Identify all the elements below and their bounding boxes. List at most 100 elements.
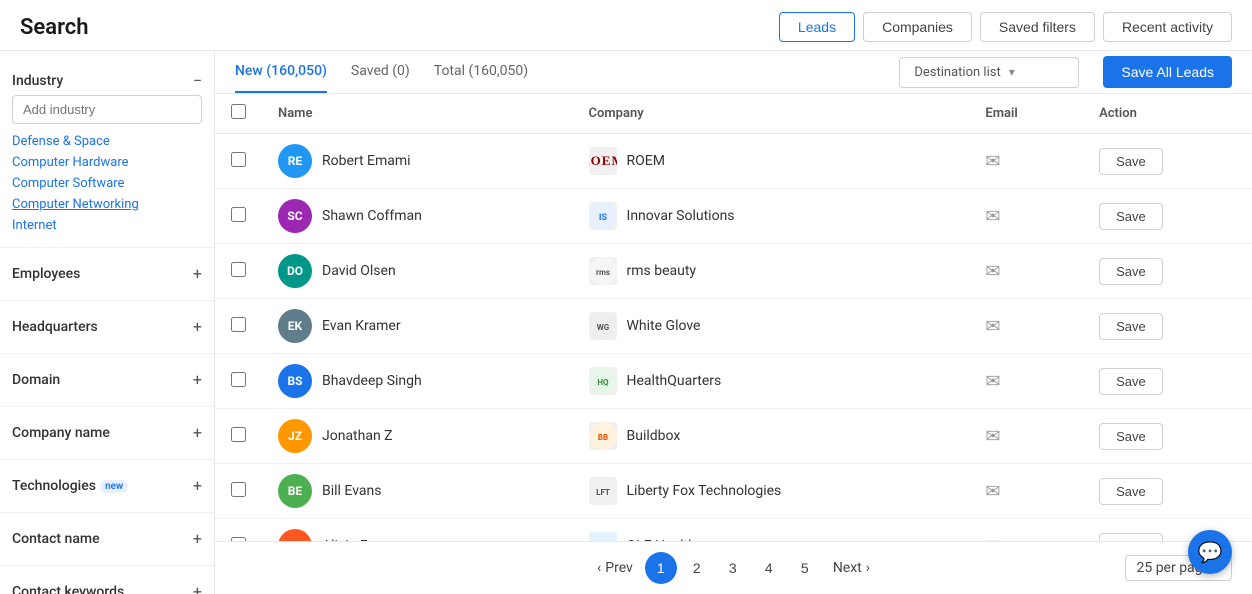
companies-tab-button[interactable]: Companies [863,12,972,42]
save-lead-button[interactable]: Save [1099,478,1163,505]
row-checkbox-cell [215,189,262,244]
page-1-button[interactable]: 1 [645,552,677,584]
save-lead-button[interactable]: Save [1099,368,1163,395]
filter-section-contact-keywords: Contact keywords + [0,570,214,594]
company-logo: BB [589,422,617,450]
prev-label: Prev [605,560,633,576]
industry-item-software[interactable]: Computer Software [12,174,202,193]
row-checkbox-bhavdeep-singh[interactable] [231,372,246,387]
chat-button[interactable]: 💬 [1188,530,1232,574]
lead-name: Jonathan Z [322,428,393,444]
filter-label-domain: Domain [12,372,60,388]
action-cell: Save [1083,244,1252,299]
row-checkbox-cell [215,299,262,354]
name-cell: DO David Olsen [262,244,573,299]
company-logo: OLE [589,532,617,541]
filter-label-company-name: Company name [12,425,110,441]
filter-header-domain[interactable]: Domain + [12,366,202,394]
save-lead-button[interactable]: Save [1099,203,1163,230]
table-row: DO David Olsen rms rms beauty ✉ Save [215,244,1252,299]
save-lead-button[interactable]: Save [1099,533,1163,542]
name-cell: BE Bill Evans [262,464,573,519]
name-cell: BS Bhavdeep Singh [262,354,573,409]
page-5-button[interactable]: 5 [789,552,821,584]
row-checkbox-robert-emami[interactable] [231,152,246,167]
industry-search-input[interactable] [12,95,202,124]
company-cell: OLE OLE Health [573,519,970,542]
email-icon: ✉ [985,371,1000,392]
name-cell: AF Alicia Ferguson [262,519,573,542]
lead-name: Bhavdeep Singh [322,373,422,389]
chevron-left-icon: ‹ [597,560,601,576]
email-cell: ✉ [969,354,1083,409]
filter-header-company-name[interactable]: Company name + [12,419,202,447]
table-row: JZ Jonathan Z BB Buildbox ✉ Save [215,409,1252,464]
prev-button[interactable]: ‹ Prev [589,560,641,576]
table-row: RE Robert Emami ROEM ROEM ✉ Save [215,134,1252,189]
leads-tab-button[interactable]: Leads [779,12,855,42]
header-buttons: Leads Companies Saved filters Recent act… [779,12,1232,42]
page-4-button[interactable]: 4 [753,552,785,584]
next-button[interactable]: Next › [825,560,878,576]
filter-label-industry: Industry [12,73,63,89]
action-column-header: Action [1083,94,1252,134]
row-checkbox-jonathan-z[interactable] [231,427,246,442]
filter-header-contact-keywords[interactable]: Contact keywords + [12,578,202,594]
industry-item-hardware[interactable]: Computer Hardware [12,153,202,172]
recent-activity-button[interactable]: Recent activity [1103,12,1232,42]
plus-icon-headquarters: + [193,319,202,335]
action-cell: Save [1083,299,1252,354]
email-cell: ✉ [969,519,1083,542]
save-lead-button[interactable]: Save [1099,313,1163,340]
filter-header-industry[interactable]: Industry − [12,67,202,95]
minus-icon: − [193,73,202,89]
filter-header-technologies[interactable]: Technologiesnew + [12,472,202,500]
filter-header-employees[interactable]: Employees + [12,260,202,288]
row-checkbox-cell [215,244,262,299]
company-name: White Glove [627,318,701,334]
email-cell: ✉ [969,134,1083,189]
select-all-header [215,94,262,134]
email-cell: ✉ [969,244,1083,299]
save-lead-button[interactable]: Save [1099,423,1163,450]
email-cell: ✉ [969,299,1083,354]
tab-saved[interactable]: Saved (0) [351,51,410,93]
avatar: SC [278,199,312,233]
save-lead-button[interactable]: Save [1099,148,1163,175]
app-container: Search Leads Companies Saved filters Rec… [0,0,1252,594]
email-icon: ✉ [985,316,1000,337]
filter-section-headquarters: Headquarters + [0,305,214,349]
row-checkbox-shawn-coffman[interactable] [231,207,246,222]
lead-name: Robert Emami [322,153,411,169]
lead-name: Shawn Coffman [322,208,422,224]
name-cell: JZ Jonathan Z [262,409,573,464]
tab-total[interactable]: Total (160,050) [434,51,528,93]
row-checkbox-cell [215,354,262,409]
row-checkbox-bill-evans[interactable] [231,482,246,497]
main-layout: Industry − Defense & Space Computer Hard… [0,51,1252,594]
new-badge: new [100,480,128,493]
filter-header-contact-name[interactable]: Contact name + [12,525,202,553]
name-column-header: Name [262,94,573,134]
select-all-checkbox[interactable] [231,104,246,119]
svg-text:HQ: HQ [597,378,609,387]
industry-item-internet[interactable]: Internet [12,216,202,235]
action-cell: Save [1083,409,1252,464]
action-cell: Save [1083,134,1252,189]
saved-filters-button[interactable]: Saved filters [980,12,1095,42]
company-cell: rms rms beauty [573,244,970,299]
tab-new[interactable]: New (160,050) [235,51,327,93]
avatar: BE [278,474,312,508]
filter-header-headquarters[interactable]: Headquarters + [12,313,202,341]
action-cell: Save [1083,464,1252,519]
page-3-button[interactable]: 3 [717,552,749,584]
save-lead-button[interactable]: Save [1099,258,1163,285]
industry-item-defense[interactable]: Defense & Space [12,132,202,151]
page-2-button[interactable]: 2 [681,552,713,584]
row-checkbox-evan-kramer[interactable] [231,317,246,332]
save-all-leads-button[interactable]: Save All Leads [1103,56,1232,88]
row-checkbox-david-olsen[interactable] [231,262,246,277]
industry-item-networking[interactable]: Computer Networking [12,195,202,214]
avatar: AF [278,529,312,541]
destination-list-select[interactable]: Destination list ▾ [899,57,1079,88]
